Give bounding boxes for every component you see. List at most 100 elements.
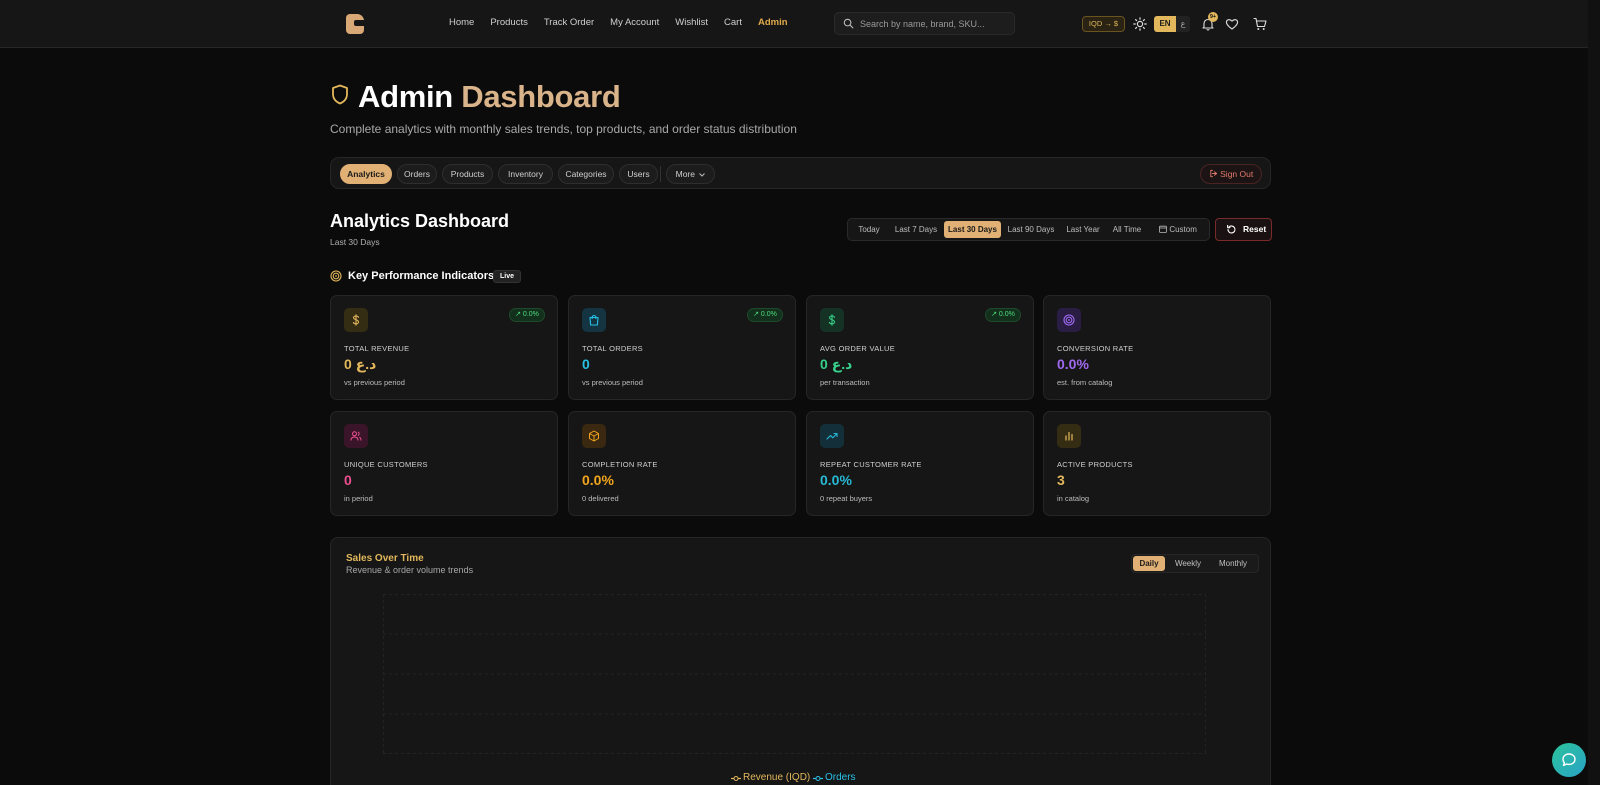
nav-link-admin[interactable]: Admin: [758, 17, 788, 28]
top-navbar: Home Products Track Order My Account Wis…: [0, 0, 1600, 48]
page-subtitle: Complete analytics with monthly sales tr…: [330, 122, 797, 136]
dollar-icon: [352, 314, 360, 326]
kpi-label: ACTIVE PRODUCTS: [1057, 460, 1133, 469]
search-icon: [843, 18, 854, 29]
kpi-note: vs previous period: [582, 378, 643, 387]
kpi-icon-box: [820, 424, 844, 448]
currency-toggle[interactable]: IQD → $: [1082, 16, 1125, 32]
calendar-icon: [1159, 225, 1167, 233]
kpi-icon-box: [344, 424, 368, 448]
range-all-time[interactable]: All Time: [1107, 221, 1147, 238]
chart-subtitle: Revenue & order volume trends: [346, 565, 474, 575]
search-input[interactable]: [860, 16, 1010, 32]
kpi-label: CONVERSION RATE: [1057, 344, 1134, 353]
kpi-note: 0 repeat buyers: [820, 494, 873, 503]
range-custom[interactable]: Custom: [1150, 221, 1206, 238]
nav-link-wishlist[interactable]: Wishlist: [675, 17, 708, 28]
range-last-90-days[interactable]: Last 90 Days: [1003, 221, 1059, 238]
kpi-value: 0 د.ع: [820, 356, 853, 372]
tab-inventory[interactable]: Inventory: [498, 164, 553, 184]
kpi-card-total-orders: ↗ 0.0% TOTAL ORDERS 0 vs previous period: [568, 295, 796, 400]
kpi-icon-box: [582, 308, 606, 332]
tab-more[interactable]: More: [666, 164, 715, 184]
logout-icon: [1210, 169, 1217, 178]
kpi-value: 0: [344, 472, 352, 488]
kpi-value: 3: [1057, 472, 1065, 488]
chart-title: Sales Over Time: [346, 553, 424, 564]
tab-categories[interactable]: Categories: [558, 164, 614, 184]
kpi-label: AVG ORDER VALUE: [820, 344, 896, 353]
bar-chart-icon: [1065, 431, 1073, 441]
kpi-note: vs previous period: [344, 378, 405, 387]
page-title-accent: Dashboard: [461, 79, 621, 114]
sign-out-button[interactable]: Sign Out: [1200, 164, 1262, 184]
granularity-weekly[interactable]: Weekly: [1168, 556, 1208, 571]
nav-link-home[interactable]: Home: [449, 17, 474, 28]
kpi-label: REPEAT CUSTOMER RATE: [820, 460, 922, 469]
chat-button[interactable]: [1552, 743, 1586, 777]
kpi-icon-box: [1057, 308, 1081, 332]
dollar-icon: [828, 314, 836, 326]
tab-divider: [660, 166, 661, 182]
nav-link-cart[interactable]: Cart: [724, 17, 742, 28]
kpi-delta-badge: ↗ 0.0%: [985, 308, 1021, 322]
reset-button[interactable]: Reset: [1215, 218, 1272, 241]
cart-icon[interactable]: [1253, 17, 1267, 31]
tab-products[interactable]: Products: [442, 164, 493, 184]
kpi-card-total-revenue: ↗ 0.0% TOTAL REVENUE 0 د.ع vs previous p…: [330, 295, 558, 400]
sales-line-chart[interactable]: [383, 594, 1206, 754]
kpi-value: 0: [582, 356, 590, 372]
kpi-card-completion-rate: COMPLETION RATE 0.0% 0 delivered: [568, 411, 796, 516]
users-icon: [350, 431, 362, 441]
chart-gridlines: [383, 594, 1206, 754]
range-last-year[interactable]: Last Year: [1062, 221, 1104, 238]
range-last-30-days[interactable]: Last 30 Days: [944, 221, 1001, 238]
tab-more-label: More: [675, 169, 695, 179]
target-icon: [330, 270, 342, 282]
analytics-range-label: Last 30 Days: [330, 237, 380, 247]
kpi-note: in catalog: [1057, 494, 1090, 503]
kpi-icon-box: [820, 308, 844, 332]
sun-icon[interactable]: [1133, 17, 1147, 31]
kpi-label: TOTAL REVENUE: [344, 344, 410, 353]
shopping-bag-icon: [589, 314, 599, 326]
lang-en-button[interactable]: EN: [1154, 16, 1176, 32]
legend-line-marker: [731, 776, 741, 781]
search-box[interactable]: [834, 12, 1015, 35]
scrollbar[interactable]: [1588, 0, 1600, 785]
nav-link-products[interactable]: Products: [490, 17, 528, 28]
granularity-selector: Daily Weekly Monthly: [1131, 554, 1259, 573]
legend-line-marker: [813, 776, 823, 781]
live-badge: Live: [493, 270, 521, 283]
kpi-icon-box: [1057, 424, 1081, 448]
granularity-daily[interactable]: Daily: [1133, 556, 1165, 571]
kpi-label: UNIQUE CUSTOMERS: [344, 460, 428, 469]
kpi-note: in period: [344, 494, 373, 503]
admin-tab-bar: Analytics Orders Products Inventory Cate…: [330, 157, 1271, 189]
kpi-icon-box: [344, 308, 368, 332]
tab-analytics[interactable]: Analytics: [340, 164, 392, 184]
kpi-card-avg-order-value: ↗ 0.0% AVG ORDER VALUE 0 د.ع per transac…: [806, 295, 1034, 400]
granularity-monthly[interactable]: Monthly: [1211, 556, 1255, 571]
nav-link-track-order[interactable]: Track Order: [544, 17, 594, 28]
range-last-7-days[interactable]: Last 7 Days: [890, 221, 942, 238]
language-toggle: EN ع: [1154, 16, 1190, 32]
kpi-card-unique-customers: UNIQUE CUSTOMERS 0 in period: [330, 411, 558, 516]
heart-icon[interactable]: [1225, 17, 1239, 31]
notification-badge: 9+: [1208, 12, 1218, 22]
main-nav: Home Products Track Order My Account Wis…: [449, 17, 788, 28]
lang-ar-button[interactable]: ع: [1176, 16, 1190, 32]
nav-link-my-account[interactable]: My Account: [610, 17, 659, 28]
kpi-note: est. from catalog: [1057, 378, 1113, 387]
date-range-selector: Today Last 7 Days Last 30 Days Last 90 D…: [847, 218, 1210, 241]
kpi-note: per transaction: [820, 378, 870, 387]
kpi-heading-label: Key Performance Indicators: [348, 270, 495, 282]
tab-users[interactable]: Users: [619, 164, 658, 184]
page-title-main: Admin: [358, 79, 453, 114]
legend-label-orders: Orders: [825, 772, 856, 783]
kpi-icon-box: [582, 424, 606, 448]
brand-logo[interactable]: [346, 14, 364, 34]
range-today[interactable]: Today: [851, 221, 887, 238]
kpi-card-conversion-rate: CONVERSION RATE 0.0% est. from catalog: [1043, 295, 1271, 400]
tab-orders[interactable]: Orders: [397, 164, 437, 184]
